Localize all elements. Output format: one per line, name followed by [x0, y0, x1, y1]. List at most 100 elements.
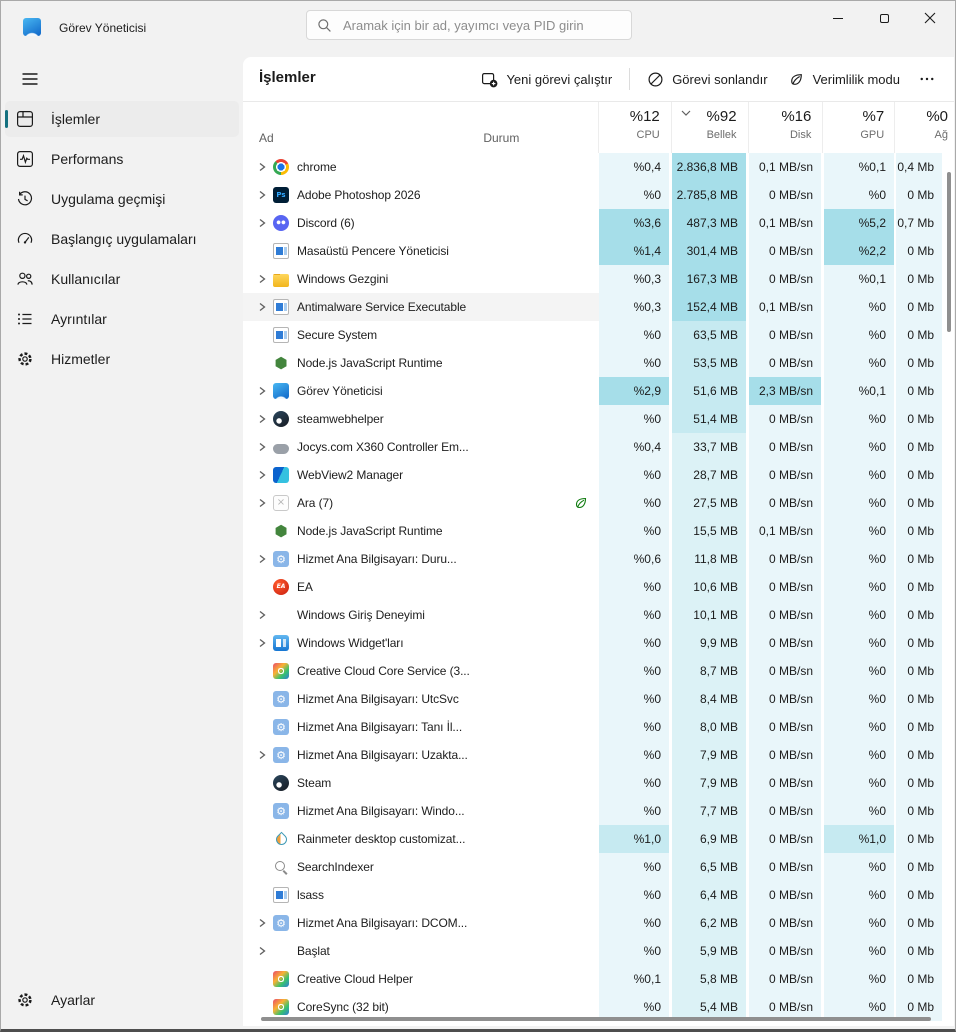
column-header-disk[interactable]: %16 Disk — [748, 102, 820, 153]
process-row[interactable]: SearchIndexer%06,5 MB0 MB/sn%00 Mb — [243, 853, 954, 881]
sidebar-item-services[interactable]: Hizmetler — [5, 341, 239, 377]
expand-chevron-icon[interactable] — [257, 749, 269, 761]
memory-cell: 10,6 MB — [672, 573, 746, 601]
expand-chevron-icon[interactable] — [257, 217, 269, 229]
process-name: SearchIndexer — [297, 860, 374, 874]
process-row[interactable]: Görev Yöneticisi%2,951,6 MB2,3 MB/sn%0,1… — [243, 377, 954, 405]
process-row[interactable]: lsass%06,4 MB0 MB/sn%00 Mb — [243, 881, 954, 909]
expand-chevron-icon[interactable] — [257, 161, 269, 173]
efficiency-mode-button[interactable]: Verimlilik modu — [778, 64, 910, 94]
process-status-cell — [481, 657, 599, 685]
sidebar-item-app-history[interactable]: Uygulama geçmişi — [5, 181, 239, 217]
process-row[interactable]: Creative Cloud Helper%0,15,8 MB0 MB/sn%0… — [243, 965, 954, 993]
expand-chevron-icon[interactable] — [257, 301, 269, 313]
process-row[interactable]: ⚙Hizmet Ana Bilgisayarı: Windo...%07,7 M… — [243, 797, 954, 825]
process-row[interactable]: ⚙Hizmet Ana Bilgisayarı: Tanı İl...%08,0… — [243, 713, 954, 741]
process-name-cell: ⬢Node.js JavaScript Runtime — [243, 517, 481, 545]
sidebar-item-performance[interactable]: Performans — [5, 141, 239, 177]
cpu-cell: %0 — [599, 349, 669, 377]
disk-cell: 0 MB/sn — [749, 349, 821, 377]
process-row[interactable]: ×Ara (7)%027,5 MB0 MB/sn%00 Mb — [243, 489, 954, 517]
process-row[interactable]: Antimalware Service Executable%0,3152,4 … — [243, 293, 954, 321]
process-row[interactable]: ⚙Hizmet Ana Bilgisayarı: UtcSvc%08,4 MB0… — [243, 685, 954, 713]
column-header-status[interactable]: Durum — [480, 102, 598, 153]
horizontal-scrollbar-thumb[interactable] — [261, 1017, 931, 1021]
process-row[interactable]: ⬢Node.js JavaScript Runtime%015,5 MB0,1 … — [243, 517, 954, 545]
expand-chevron-icon[interactable] — [257, 441, 269, 453]
expand-chevron-icon[interactable] — [257, 917, 269, 929]
cpu-cell: %0 — [599, 573, 669, 601]
disk-cell: 0,1 MB/sn — [749, 209, 821, 237]
expand-chevron-icon[interactable] — [257, 609, 269, 621]
process-row[interactable]: ⬢Node.js JavaScript Runtime%053,5 MB0 MB… — [243, 349, 954, 377]
column-header-memory[interactable]: %92 Bellek — [671, 102, 745, 153]
column-header-gpu[interactable]: %7 GPU — [822, 102, 892, 153]
gpu-cell: %0 — [824, 349, 894, 377]
process-row[interactable]: ⚙Hizmet Ana Bilgisayarı: Duru...%0,611,8… — [243, 545, 954, 573]
process-status-cell — [481, 881, 599, 909]
process-name-cell: ⚙Hizmet Ana Bilgisayarı: DCOM... — [243, 909, 481, 937]
gpu-cell: %0 — [824, 741, 894, 769]
expand-chevron-icon[interactable] — [257, 637, 269, 649]
expand-chevron-icon[interactable] — [257, 553, 269, 565]
process-row[interactable]: Creative Cloud Core Service (3...%08,7 M… — [243, 657, 954, 685]
cpu-cell: %0 — [599, 601, 669, 629]
close-button[interactable] — [907, 1, 953, 35]
process-row[interactable]: EAEA%010,6 MB0 MB/sn%00 Mb — [243, 573, 954, 601]
sidebar-item-label: Performans — [51, 151, 123, 167]
process-row[interactable]: WebView2 Manager%028,7 MB0 MB/sn%00 Mb — [243, 461, 954, 489]
column-header-network[interactable]: %0 Ağ — [894, 102, 954, 153]
memory-cell: 7,9 MB — [672, 769, 746, 797]
column-header-name[interactable]: Ad — [243, 102, 480, 153]
vertical-scrollbar-thumb[interactable] — [947, 172, 951, 332]
expand-chevron-icon[interactable] — [257, 945, 269, 957]
process-row[interactable]: Steam%07,9 MB0 MB/sn%00 Mb — [243, 769, 954, 797]
search-box[interactable] — [306, 10, 632, 40]
expand-chevron-icon[interactable] — [257, 497, 269, 509]
expand-chevron-icon[interactable] — [257, 189, 269, 201]
expand-chevron-icon[interactable] — [257, 469, 269, 481]
process-row[interactable]: Windows Widget'ları%09,9 MB0 MB/sn%00 Mb — [243, 629, 954, 657]
process-row[interactable]: Windows Giriş Deneyimi%010,1 MB0 MB/sn%0… — [243, 601, 954, 629]
expand-chevron-icon[interactable] — [257, 273, 269, 285]
window-icon — [273, 299, 289, 315]
process-row[interactable]: Windows Gezgini%0,3167,3 MB0 MB/sn%0,10 … — [243, 265, 954, 293]
sidebar-item-details[interactable]: Ayrıntılar — [5, 301, 239, 337]
process-status-cell — [481, 545, 599, 573]
process-row[interactable]: ⚙Hizmet Ana Bilgisayarı: DCOM...%06,2 MB… — [243, 909, 954, 937]
process-row[interactable]: Discord (6)%3,6487,3 MB0,1 MB/sn%5,20,7 … — [243, 209, 954, 237]
end-task-button[interactable]: Görevi sonlandır — [637, 64, 777, 94]
process-row[interactable]: Secure System%063,5 MB0 MB/sn%00 Mb — [243, 321, 954, 349]
search-input[interactable] — [341, 17, 621, 34]
minimize-button[interactable] — [815, 1, 861, 35]
process-row[interactable]: Başlat%05,9 MB0 MB/sn%00 Mb — [243, 937, 954, 965]
titlebar: Görev Yöneticisi — [1, 1, 955, 57]
folder-icon — [273, 274, 289, 287]
process-row[interactable]: Masaüstü Pencere Yöneticisi%1,4301,4 MB0… — [243, 237, 954, 265]
sidebar-item-startup-apps[interactable]: Başlangıç uygulamaları — [5, 221, 239, 257]
process-name-cell: Başlat — [243, 937, 481, 965]
process-row[interactable]: Jocys.com X360 Controller Em...%0,433,7 … — [243, 433, 954, 461]
process-status-cell — [481, 153, 599, 181]
sidebar-item-settings[interactable]: Ayarlar — [5, 982, 239, 1018]
process-row[interactable]: Rainmeter desktop customizat...%1,06,9 M… — [243, 825, 954, 853]
process-name: Secure System — [297, 328, 377, 342]
run-new-task-button[interactable]: Yeni görevi çalıştır — [471, 64, 622, 94]
menu-toggle-button[interactable] — [13, 63, 47, 95]
process-name: Hizmet Ana Bilgisayarı: DCOM... — [297, 916, 467, 930]
maximize-button[interactable] — [861, 1, 907, 35]
expand-chevron-icon[interactable] — [257, 413, 269, 425]
column-header-cpu[interactable]: %12 CPU — [598, 102, 668, 153]
process-row[interactable]: ⚙Hizmet Ana Bilgisayarı: Uzakta...%07,9 … — [243, 741, 954, 769]
sidebar-item-users[interactable]: Kullanıcılar — [5, 261, 239, 297]
more-options-button[interactable] — [910, 64, 944, 94]
expand-chevron-icon[interactable] — [257, 385, 269, 397]
process-name: Adobe Photoshop 2026 — [297, 188, 420, 202]
process-row[interactable]: steamwebhelper%051,4 MB0 MB/sn%00 Mb — [243, 405, 954, 433]
process-row[interactable]: PsAdobe Photoshop 2026%02.785,8 MB0 MB/s… — [243, 181, 954, 209]
process-row[interactable]: chrome%0,42.836,8 MB0,1 MB/sn%0,10,4 Mb — [243, 153, 954, 181]
memory-cell: 10,1 MB — [672, 601, 746, 629]
sidebar-item-processes[interactable]: İşlemler — [5, 101, 239, 137]
process-name: lsass — [297, 888, 324, 902]
cpu-cell: %0 — [599, 405, 669, 433]
